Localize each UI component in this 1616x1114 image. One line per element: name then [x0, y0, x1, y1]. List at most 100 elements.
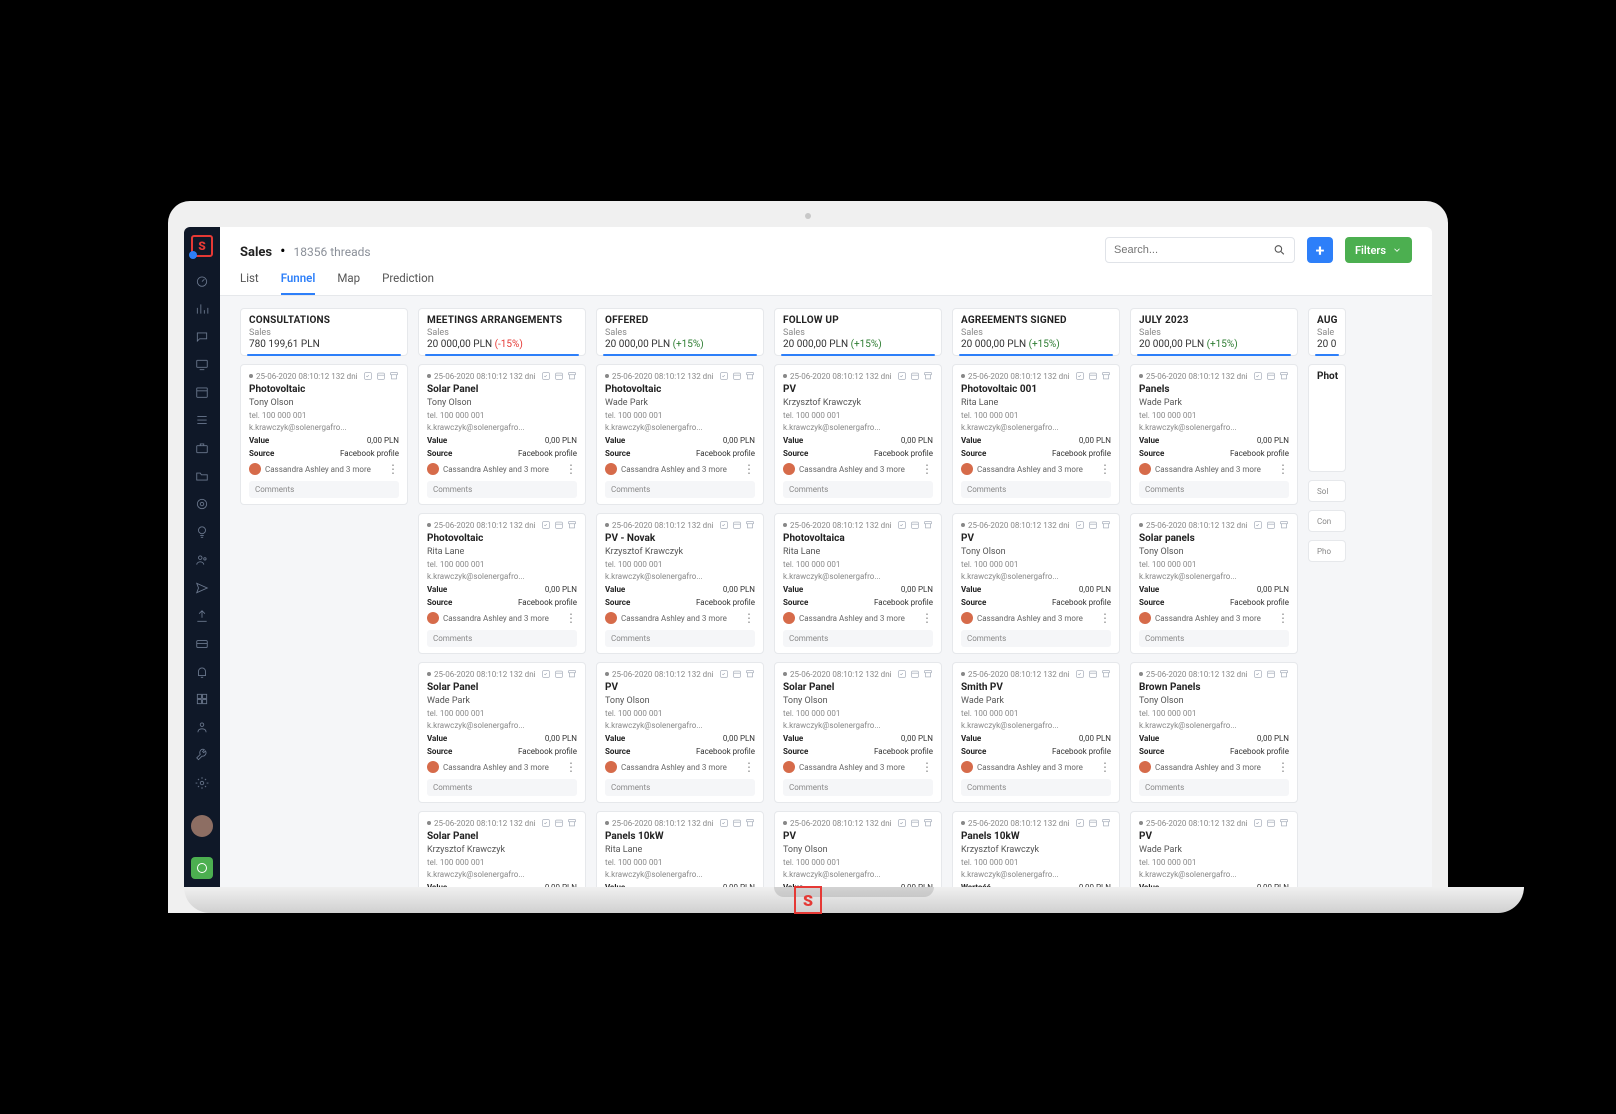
archive-icon[interactable]: [923, 669, 933, 679]
checklist-icon[interactable]: [1075, 669, 1085, 679]
card-comments[interactable]: Comments: [427, 481, 577, 498]
tab-funnel[interactable]: Funnel: [281, 271, 316, 295]
calendar-icon[interactable]: [910, 818, 920, 828]
card-more-icon[interactable]: ⋮: [743, 765, 755, 770]
archive-icon[interactable]: [567, 371, 577, 381]
nav-speed-icon[interactable]: [194, 273, 210, 289]
nav-lightbulb-icon[interactable]: [194, 524, 210, 540]
card-comments[interactable]: Comments: [783, 630, 933, 647]
checklist-icon[interactable]: [719, 371, 729, 381]
calendar-icon[interactable]: [554, 669, 564, 679]
archive-icon[interactable]: [389, 371, 399, 381]
card-more-icon[interactable]: ⋮: [1099, 467, 1111, 472]
deal-card[interactable]: 25-06-2020 08:10:12 132 dni Panels 10kWK…: [952, 811, 1120, 887]
column-header[interactable]: JULY 2023Sales20 000,00 PLN (+15%): [1130, 308, 1298, 356]
card-comments[interactable]: Comments: [605, 481, 755, 498]
card-comments[interactable]: Comments: [1139, 481, 1289, 498]
card-comments[interactable]: Comments: [961, 779, 1111, 796]
deal-card[interactable]: 25-06-2020 08:10:12 132 dni Photovoltaic…: [240, 364, 408, 505]
filters-button[interactable]: Filters: [1345, 237, 1412, 263]
card-more-icon[interactable]: ⋮: [565, 467, 577, 472]
card-assignees[interactable]: Cassandra Ashley and 3 more: [1139, 463, 1261, 475]
add-button[interactable]: +: [1307, 237, 1333, 263]
card-more-icon[interactable]: ⋮: [565, 765, 577, 770]
deal-card[interactable]: 25-06-2020 08:10:12 132 dni Panels 10kWR…: [596, 811, 764, 887]
card-comments[interactable]: Comments: [783, 779, 933, 796]
card-more-icon[interactable]: ⋮: [1099, 616, 1111, 621]
card-more-icon[interactable]: ⋮: [1099, 765, 1111, 770]
kanban-board[interactable]: CONSULTATIONSSales780 199,61 PLN 25-06-2…: [220, 296, 1432, 887]
calendar-icon[interactable]: [1266, 520, 1276, 530]
calendar-icon[interactable]: [1266, 818, 1276, 828]
checklist-icon[interactable]: [897, 371, 907, 381]
tab-list[interactable]: List: [240, 271, 259, 295]
checklist-icon[interactable]: [1253, 669, 1263, 679]
archive-icon[interactable]: [923, 818, 933, 828]
calendar-icon[interactable]: [376, 371, 386, 381]
archive-icon[interactable]: [923, 520, 933, 530]
nav-person-icon[interactable]: [194, 719, 210, 735]
calendar-icon[interactable]: [910, 520, 920, 530]
card-comments[interactable]: Comments: [961, 481, 1111, 498]
deal-card[interactable]: 25-06-2020 08:10:12 132 dni PVTony Olson…: [596, 662, 764, 803]
nav-tool-icon[interactable]: [194, 747, 210, 763]
calendar-icon[interactable]: [732, 520, 742, 530]
calendar-icon[interactable]: [732, 818, 742, 828]
nav-upload-icon[interactable]: [194, 608, 210, 624]
checklist-icon[interactable]: [1253, 520, 1263, 530]
deal-card[interactable]: 25-06-2020 08:10:12 132 dni PVTony Olson…: [952, 513, 1120, 654]
archive-icon[interactable]: [1279, 669, 1289, 679]
archive-icon[interactable]: [1101, 371, 1111, 381]
card-more-icon[interactable]: ⋮: [1277, 467, 1289, 472]
checklist-icon[interactable]: [719, 818, 729, 828]
card-assignees[interactable]: Cassandra Ashley and 3 more: [427, 612, 549, 624]
card-more-icon[interactable]: ⋮: [921, 616, 933, 621]
nav-list-icon[interactable]: [194, 412, 210, 428]
tab-map[interactable]: Map: [337, 271, 360, 295]
nav-monitor-icon[interactable]: [194, 357, 210, 373]
user-avatar[interactable]: [191, 815, 213, 837]
card-assignees[interactable]: Cassandra Ashley and 3 more: [961, 463, 1083, 475]
calendar-icon[interactable]: [554, 818, 564, 828]
nav-chart-icon[interactable]: [194, 301, 210, 317]
nav-grid-icon[interactable]: [194, 692, 210, 708]
search-field[interactable]: [1114, 244, 1273, 256]
card-more-icon[interactable]: ⋮: [743, 467, 755, 472]
card-more-icon[interactable]: ⋮: [1277, 765, 1289, 770]
calendar-icon[interactable]: [910, 371, 920, 381]
archive-icon[interactable]: [1101, 520, 1111, 530]
tab-prediction[interactable]: Prediction: [382, 271, 434, 295]
card-more-icon[interactable]: ⋮: [921, 765, 933, 770]
calendar-icon[interactable]: [554, 371, 564, 381]
card-comments[interactable]: Comments: [961, 630, 1111, 647]
card-comments[interactable]: Comments: [605, 630, 755, 647]
checklist-icon[interactable]: [1075, 371, 1085, 381]
nav-target-icon[interactable]: [194, 496, 210, 512]
card-assignees[interactable]: Cassandra Ashley and 3 more: [783, 761, 905, 773]
archive-icon[interactable]: [745, 669, 755, 679]
card-more-icon[interactable]: ⋮: [1277, 616, 1289, 621]
card-comments[interactable]: Comments: [783, 481, 933, 498]
card-assignees[interactable]: Cassandra Ashley and 3 more: [783, 612, 905, 624]
card-assignees[interactable]: Cassandra Ashley and 3 more: [961, 761, 1083, 773]
calendar-icon[interactable]: [910, 669, 920, 679]
archive-icon[interactable]: [567, 520, 577, 530]
deal-card[interactable]: 25-06-2020 08:10:12 132 dni PVWade Parkt…: [1130, 811, 1298, 887]
checklist-icon[interactable]: [897, 669, 907, 679]
deal-card[interactable]: 25-06-2020 08:10:12 132 dni Brown Panels…: [1130, 662, 1298, 803]
app-logo[interactable]: S: [191, 235, 213, 257]
deal-card[interactable]: 25-06-2020 08:10:12 132 dni Photovoltaic…: [952, 364, 1120, 505]
checklist-icon[interactable]: [897, 818, 907, 828]
card-comments[interactable]: Comments: [427, 779, 577, 796]
nav-card-icon[interactable]: [194, 636, 210, 652]
calendar-icon[interactable]: [732, 669, 742, 679]
page-title[interactable]: Sales: [240, 245, 272, 260]
card-peek[interactable]: Con: [1308, 510, 1346, 532]
checklist-icon[interactable]: [1253, 371, 1263, 381]
search-input[interactable]: [1105, 237, 1295, 263]
card-peek[interactable]: Phot: [1308, 364, 1346, 472]
column-header[interactable]: CONSULTATIONSSales780 199,61 PLN: [240, 308, 408, 356]
checklist-icon[interactable]: [541, 669, 551, 679]
card-assignees[interactable]: Cassandra Ashley and 3 more: [961, 612, 1083, 624]
card-more-icon[interactable]: ⋮: [921, 467, 933, 472]
